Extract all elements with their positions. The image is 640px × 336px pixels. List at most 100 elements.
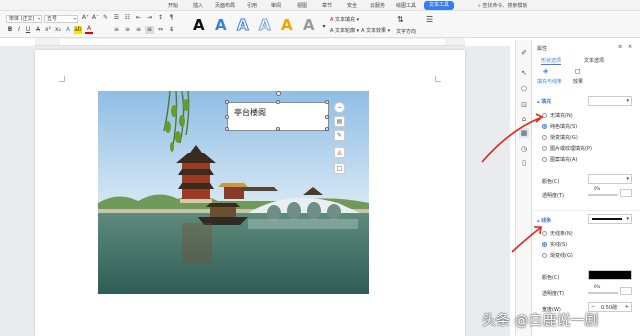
text-effect-icon[interactable]: A	[64, 26, 72, 34]
art-style-outline-light[interactable]: A	[259, 16, 272, 35]
line-transparency-slider[interactable]	[588, 292, 618, 294]
font-name-select[interactable]: 宋体 (正文) ▾	[6, 15, 42, 23]
strikethrough-icon[interactable]: A̶	[34, 26, 42, 34]
line-preview	[592, 218, 622, 220]
fill-option-solid: 纯色填充(S)	[550, 124, 578, 130]
menu-page-layout[interactable]: 页面布局	[215, 2, 235, 9]
resize-handle[interactable]	[225, 100, 229, 104]
text-fill-button[interactable]: A 文本填充 ▾	[330, 16, 359, 23]
menu-security[interactable]: 安全	[347, 2, 357, 9]
resize-handle[interactable]	[276, 127, 280, 131]
fill-transparency-slider[interactable]	[588, 194, 618, 196]
fill-color-picker[interactable]: ▾	[588, 174, 632, 184]
search-commands[interactable]: ⌕ 查找命令、搜索模板	[478, 2, 527, 9]
line-width-value: 0.50磅	[601, 305, 618, 311]
menu-view[interactable]: 视图	[297, 2, 307, 9]
resize-handle[interactable]	[325, 127, 329, 131]
grow-font-icon[interactable]: A⁺	[81, 14, 90, 22]
margin-corner	[435, 76, 441, 82]
art-style-orange[interactable]: A	[281, 16, 293, 34]
resize-handle[interactable]	[225, 127, 229, 131]
resize-handle[interactable]	[276, 100, 280, 104]
text-direction-icon[interactable]: ⇅	[397, 15, 404, 24]
outline-icon[interactable]: □	[334, 163, 345, 174]
fill-transparency-value: 0%	[594, 186, 601, 191]
textbox-text[interactable]: 亭台楼阁	[234, 107, 266, 118]
shrink-font-icon[interactable]: A⁻	[91, 14, 100, 22]
distribute-icon[interactable]: ⇔	[156, 26, 165, 34]
clear-format-icon[interactable]: ✎	[101, 14, 110, 22]
menu-references[interactable]: 引用	[247, 2, 257, 9]
menu-drawing-tools[interactable]: 绘图工具	[396, 2, 416, 9]
underline-icon[interactable]: U	[24, 26, 32, 34]
tab-shape-options[interactable]: 形状选项	[541, 57, 562, 65]
numbering-icon[interactable]: ☷	[123, 14, 132, 22]
tab-text-options[interactable]: 文本选项	[584, 57, 604, 64]
menu-cloud[interactable]: 云服务	[370, 2, 385, 9]
text-effect-button[interactable]: A 文本效果 ▾	[361, 27, 390, 34]
paragraph-mark-icon[interactable]: ¶	[167, 14, 176, 22]
art-style-outline-blue[interactable]: A	[237, 16, 250, 35]
line-style-dropdown[interactable]: ▾	[588, 214, 632, 224]
highlight-icon[interactable]: ab	[74, 26, 82, 34]
fill-option-pattern: 图案填充(A)	[550, 157, 578, 163]
fill-dropdown[interactable]: ▾	[588, 96, 632, 106]
sort-icon[interactable]: ↕	[156, 14, 165, 22]
font-size-select[interactable]: 五号 ▾	[44, 15, 78, 23]
line-color-picker[interactable]	[588, 270, 632, 280]
resize-handle[interactable]	[325, 100, 329, 104]
edit-pen-icon[interactable]: ✎	[334, 130, 345, 141]
plus-icon[interactable]: +	[625, 304, 629, 310]
rotate-handle-icon[interactable]	[276, 91, 281, 96]
textbox[interactable]: 亭台楼阁	[225, 100, 329, 131]
line-transparency-stepper[interactable]	[620, 287, 632, 295]
select-icon[interactable]: ✐	[519, 48, 529, 58]
menu-insert[interactable]: 插入	[193, 2, 203, 9]
subscript-icon[interactable]: x₂	[54, 26, 62, 34]
menu-chapter[interactable]: 章节	[322, 2, 332, 9]
font-color-icon[interactable]: A	[85, 26, 93, 34]
watermark: 头条 @白鹿说一剧	[482, 313, 599, 329]
line-option-gradient: 渐变线(G)	[550, 253, 573, 259]
outdent-icon[interactable]: ⇤	[134, 14, 143, 22]
fill-bucket-icon[interactable]: ◬	[334, 147, 345, 158]
menu-review[interactable]: 审阅	[271, 2, 281, 9]
text-outline-button[interactable]: A 文本轮廓 ▾	[330, 27, 359, 34]
subtab-effect[interactable]: 效果	[573, 78, 583, 85]
line-spacing-icon[interactable]: ↨	[167, 26, 176, 34]
chevron-down-icon: ▾	[626, 98, 629, 104]
align-right-icon[interactable]: ≡	[134, 26, 143, 34]
resize-handle[interactable]	[325, 115, 329, 119]
superscript-icon[interactable]: x²	[44, 26, 52, 34]
indent-icon[interactable]: ⇥	[145, 14, 154, 22]
menu-start[interactable]: 开始	[168, 2, 178, 9]
italic-icon[interactable]: I	[15, 26, 23, 34]
fill-line-icon[interactable]: ◈	[543, 67, 548, 75]
more-styles-icon[interactable]: ▾	[320, 23, 328, 31]
close-icon[interactable]: ×	[628, 44, 632, 50]
chevron-down-icon: ▾	[626, 176, 629, 182]
collapse-tool-icon[interactable]: −	[334, 102, 345, 113]
chevron-down-icon: ▾	[73, 16, 76, 21]
justify-icon[interactable]: ≡	[145, 26, 154, 34]
art-style-black[interactable]: A	[193, 16, 205, 34]
align-left-icon[interactable]: ≡	[112, 26, 121, 34]
bold-icon[interactable]: B	[6, 26, 14, 34]
align-center-icon[interactable]: ≡	[123, 26, 132, 34]
fill-transparency-stepper[interactable]	[620, 189, 632, 197]
menu-text-tools[interactable]: 文本工具	[424, 1, 455, 10]
shape-icon[interactable]: ⬠	[519, 84, 529, 94]
cursor-icon[interactable]: ↖	[519, 68, 529, 78]
art-style-gray[interactable]: A	[303, 16, 315, 34]
resize-handle[interactable]	[225, 115, 229, 119]
subtab-fill-line[interactable]: 填充与线条	[537, 78, 562, 85]
effect-icon[interactable]: ◻	[575, 67, 581, 75]
menu-bar: 开始 插入 页面布局 引用 审阅 视图 章节 安全 云服务 绘图工具 文本工具 …	[0, 0, 640, 11]
layout-options-icon[interactable]: ▤	[334, 116, 345, 127]
text-direction-button[interactable]: 文字方向	[396, 28, 416, 35]
panel-menu-icon[interactable]: ≡	[618, 44, 622, 50]
chevron-down-icon: ▾	[37, 16, 40, 21]
art-style-blue[interactable]: A	[215, 16, 227, 34]
bullets-icon[interactable]: ☰	[112, 14, 121, 22]
align-text-icon[interactable]: ☰	[426, 15, 433, 24]
